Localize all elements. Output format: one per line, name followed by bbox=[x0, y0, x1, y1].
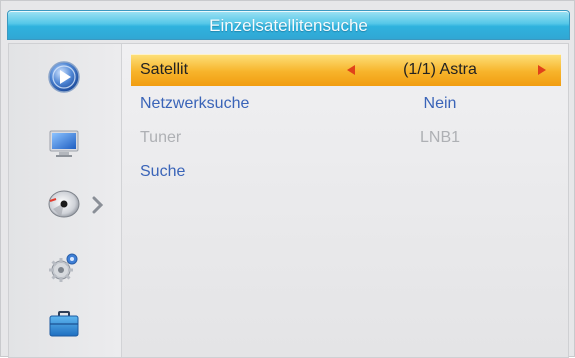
sidebar-item-system[interactable] bbox=[47, 250, 81, 284]
row-value: LNB1 bbox=[419, 129, 461, 146]
menu-row-network-search[interactable]: Netzwerksuche Nein bbox=[131, 88, 561, 120]
toolbox-icon bbox=[49, 311, 79, 337]
content-panel: Satellit (1/1) Astra Netzwerksuche Nein … bbox=[8, 43, 569, 358]
menu-row-satellite[interactable]: Satellit (1/1) Astra bbox=[131, 54, 561, 86]
settings-menu: Satellit (1/1) Astra Netzwerksuche Nein … bbox=[131, 54, 561, 188]
sidebar-item-installation[interactable] bbox=[47, 187, 81, 221]
sidebar-item-tv[interactable] bbox=[47, 126, 81, 160]
row-label: Tuner bbox=[140, 129, 182, 146]
monitor-icon bbox=[49, 130, 79, 157]
row-label: Satellit bbox=[140, 61, 189, 78]
chevron-right-icon bbox=[92, 196, 104, 214]
settings-screen: Einzelsatellitensuche Satellit (1/1) Ast… bbox=[0, 0, 575, 358]
row-label: Suche bbox=[140, 163, 186, 180]
sidebar-item-tools[interactable] bbox=[47, 306, 81, 340]
menu-row-tuner: Tuner LNB1 bbox=[131, 122, 561, 154]
row-value: Nein bbox=[423, 95, 457, 112]
row-value: (1/1) Astra bbox=[403, 61, 477, 78]
row-label: Netzwerksuche bbox=[140, 95, 250, 112]
satellite-dish-icon bbox=[48, 190, 80, 218]
title-bar: Einzelsatellitensuche bbox=[7, 10, 570, 40]
play-icon bbox=[48, 61, 80, 93]
sidebar-item-play[interactable] bbox=[47, 60, 81, 94]
menu-row-search[interactable]: Suche bbox=[131, 156, 561, 188]
gear-icon bbox=[49, 253, 78, 282]
arrow-right-icon[interactable] bbox=[538, 65, 546, 75]
sidebar bbox=[9, 44, 122, 357]
page-title: Einzelsatellitensuche bbox=[209, 16, 368, 35]
arrow-left-icon[interactable] bbox=[347, 65, 355, 75]
